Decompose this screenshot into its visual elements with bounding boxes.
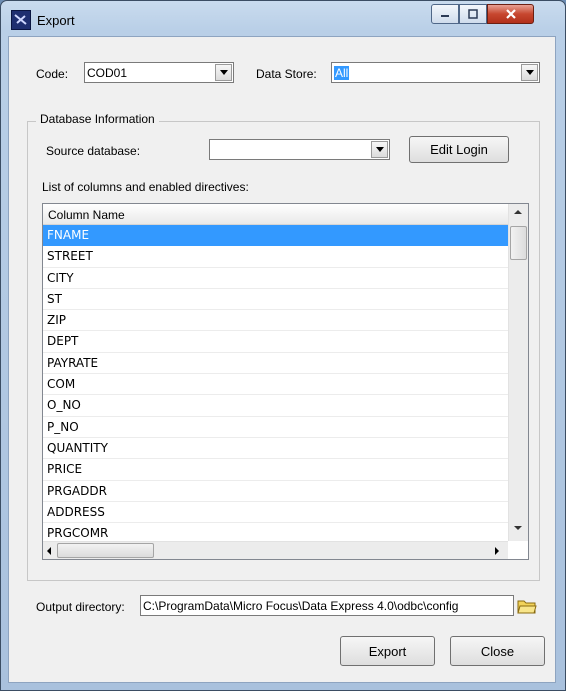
data-store-combobox[interactable]: All: [331, 62, 540, 83]
code-value: COD01: [87, 66, 128, 80]
columns-listview[interactable]: Column Name FNAME STREET CITY ST ZIP DEPT PAYR…: [42, 203, 529, 560]
data-store-dropdown-button[interactable]: [521, 64, 538, 81]
maximize-button[interactable]: [459, 4, 487, 24]
columns-list-label: List of columns and enabled directives:: [42, 180, 249, 194]
code-label: Code:: [36, 67, 69, 81]
column-row[interactable]: P_NO: [43, 417, 508, 438]
window-title: Export: [37, 13, 75, 28]
horizontal-scrollbar[interactable]: [43, 541, 508, 559]
horizontal-scroll-thumb[interactable]: [57, 543, 154, 558]
column-row[interactable]: ST: [43, 289, 508, 311]
source-database-label: Source database:: [46, 144, 141, 158]
app-icon: [11, 10, 31, 30]
code-dropdown-button[interactable]: [215, 64, 232, 81]
column-row[interactable]: QUANTITY: [43, 438, 508, 460]
scroll-up-icon[interactable]: [514, 210, 522, 214]
folder-browse-icon[interactable]: [517, 597, 537, 615]
column-row[interactable]: PRICE: [43, 459, 508, 481]
data-store-label: Data Store:: [256, 67, 317, 81]
column-row[interactable]: FNAME: [43, 225, 508, 247]
maximize-icon: [468, 9, 478, 19]
source-database-combobox[interactable]: [209, 139, 390, 160]
close-button[interactable]: Close: [450, 636, 545, 666]
scroll-right-icon[interactable]: [495, 547, 499, 555]
column-row[interactable]: ADDRESS: [43, 502, 508, 524]
group-title: Database Information: [36, 112, 159, 126]
vertical-scrollbar[interactable]: [508, 204, 528, 541]
chevron-down-icon: [375, 147, 384, 152]
close-icon: [505, 9, 516, 19]
output-directory-label: Output directory:: [36, 600, 125, 614]
column-row[interactable]: STREET: [43, 246, 508, 268]
output-directory-field[interactable]: C:\ProgramData\Micro Focus\Data Express …: [140, 595, 514, 616]
source-database-dropdown-button[interactable]: [371, 141, 388, 158]
column-row[interactable]: PRGADDR: [43, 481, 508, 502]
column-row[interactable]: ZIP: [43, 310, 508, 332]
column-name-header: Column Name: [48, 208, 125, 222]
chevron-down-icon: [525, 70, 534, 75]
column-row[interactable]: O_NO: [43, 395, 508, 417]
chevron-down-icon: [219, 70, 228, 75]
column-header[interactable]: Column Name: [43, 204, 508, 225]
columns-rows: FNAME STREET CITY ST ZIP DEPT PAYRATE COM O_NO P_…: [43, 225, 508, 545]
minimize-icon: [441, 15, 449, 17]
window-close-button[interactable]: [487, 4, 534, 24]
code-combobox[interactable]: COD01: [84, 62, 234, 83]
column-row[interactable]: COM: [43, 374, 508, 396]
edit-login-button[interactable]: Edit Login: [409, 136, 509, 163]
column-row[interactable]: PAYRATE: [43, 353, 508, 375]
data-store-value: All: [334, 66, 350, 80]
export-button[interactable]: Export: [340, 636, 435, 666]
column-row[interactable]: DEPT: [43, 331, 508, 353]
scroll-down-icon[interactable]: [514, 526, 522, 530]
vertical-scroll-thumb[interactable]: [510, 226, 527, 260]
minimize-button[interactable]: [431, 4, 459, 24]
scroll-left-icon[interactable]: [47, 547, 51, 555]
column-row[interactable]: CITY: [43, 268, 508, 289]
